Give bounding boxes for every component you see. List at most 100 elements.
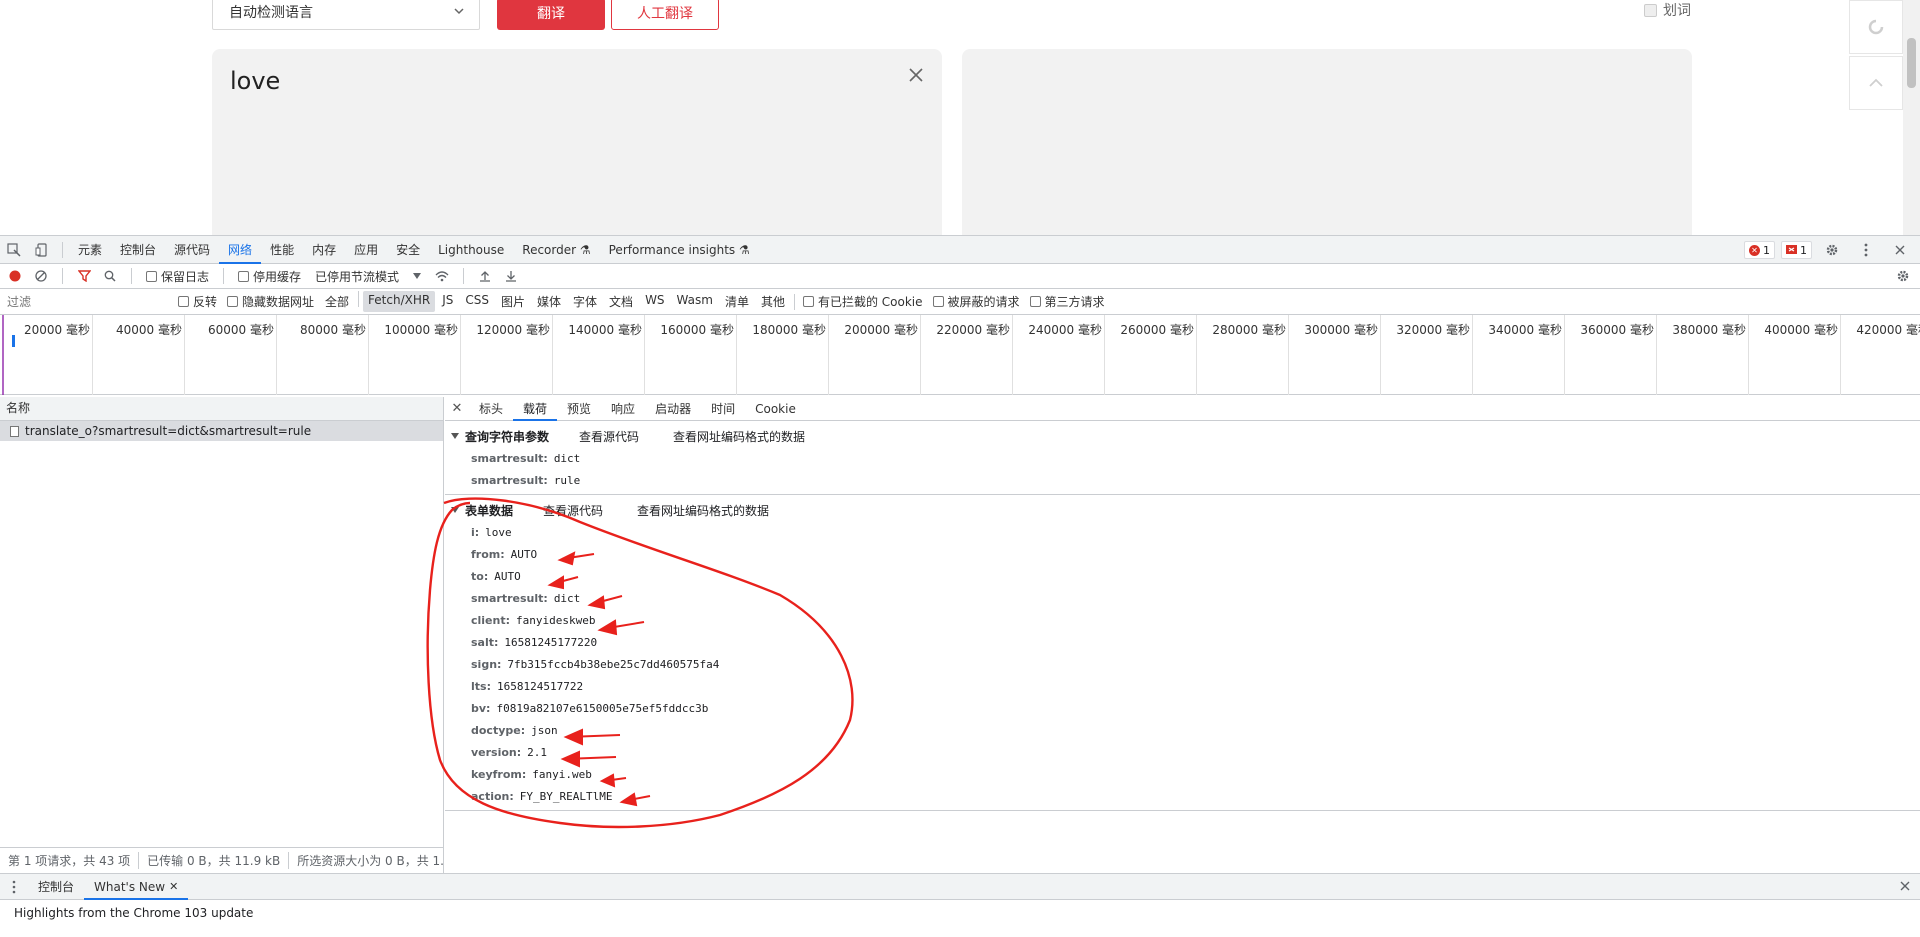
detail-tabs: ✕ 标头 载荷 预览 响应 启动器 时间 Cookie xyxy=(445,397,1920,421)
view-url-encoded-link[interactable]: 查看网址编码格式的数据 xyxy=(673,428,805,445)
inspect-element-icon[interactable] xyxy=(0,236,28,264)
page-scrollbar[interactable] xyxy=(1903,0,1920,235)
form-data-header[interactable]: 表单数据 查看源代码 查看网址编码格式的数据 xyxy=(445,499,1920,521)
filter-type-10[interactable]: 清单 xyxy=(720,291,754,312)
devtools-tab-3[interactable]: 网络 xyxy=(219,236,262,264)
blocked-requests-checkbox[interactable]: 被屏蔽的请求 xyxy=(932,293,1020,310)
devtools-tab-10[interactable]: Performance insights ⚗ xyxy=(600,236,759,264)
filter-type-11[interactable]: 其他 xyxy=(756,291,790,312)
filter-icon[interactable] xyxy=(73,265,95,287)
invert-checkbox[interactable]: 反转 xyxy=(178,293,217,310)
request-row[interactable]: translate_o?smartresult=dict&smartresult… xyxy=(0,421,443,441)
export-har-icon[interactable] xyxy=(500,265,522,287)
query-params-header[interactable]: 查询字符串参数 查看源代码 查看网址编码格式的数据 xyxy=(445,425,1920,447)
detail-tab-5[interactable]: 时间 xyxy=(701,397,745,421)
more-options-icon[interactable] xyxy=(1852,236,1880,264)
filter-type-wasm[interactable]: Wasm xyxy=(672,291,718,312)
devtools-tab-9[interactable]: Recorder ⚗ xyxy=(513,236,599,264)
issues-badge[interactable]: 1 xyxy=(1781,241,1812,259)
preserve-log-checkbox[interactable]: 保留日志 xyxy=(146,268,209,285)
devtools-tab-2[interactable]: 源代码 xyxy=(165,236,219,264)
refresh-icon xyxy=(1868,19,1884,35)
column-header-name[interactable]: 名称 xyxy=(0,397,443,421)
huaci-checkbox[interactable] xyxy=(1644,3,1657,17)
detail-tab-1[interactable]: 载荷 xyxy=(513,397,558,421)
devtools-tab-5[interactable]: 内存 xyxy=(303,236,345,264)
overview-tick-label: 200000 毫秒 xyxy=(844,323,918,337)
detail-tab-4[interactable]: 启动器 xyxy=(645,397,701,421)
scrollbar-thumb[interactable] xyxy=(1907,38,1916,88)
filter-type-5[interactable]: 媒体 xyxy=(532,291,566,312)
detail-tab-0[interactable]: 标头 xyxy=(469,397,513,421)
huaci-toggle[interactable]: 划词 xyxy=(1644,0,1691,20)
devtools-tab-4[interactable]: 性能 xyxy=(261,236,303,264)
view-url-encoded-link[interactable]: 查看网址编码格式的数据 xyxy=(637,502,769,519)
devtools-tab-7[interactable]: 安全 xyxy=(387,236,429,264)
devtools-tabbar: 元素 控制台 源代码 网络 性能 内存 应用 安全 Lighthouse Recorder ⚗ Pe… xyxy=(0,236,1920,264)
filter-type-fetch-xhr[interactable]: Fetch/XHR xyxy=(363,291,436,312)
overview-tick-label: 180000 毫秒 xyxy=(752,323,826,337)
devtools-tab-0[interactable]: 元素 xyxy=(69,236,111,264)
overview-tick-label: 20000 毫秒 xyxy=(24,323,90,337)
filter-type-ws[interactable]: WS xyxy=(640,291,669,312)
close-detail-icon[interactable]: ✕ xyxy=(445,401,469,416)
param-key: version: xyxy=(471,745,522,759)
resource-type-filters: 全部 Fetch/XHR JS CSS 图片 媒体 字体 文档 WS Wasm 清单 其他 xyxy=(320,291,790,312)
drawer-tab-console[interactable]: 控制台 xyxy=(28,874,84,900)
filter-type-6[interactable]: 字体 xyxy=(568,291,602,312)
overview-tick-label: 380000 毫秒 xyxy=(1672,323,1746,337)
drawer-tab-whats-new[interactable]: What's New ✕ xyxy=(84,874,189,900)
issue-flag-icon xyxy=(1786,244,1797,254)
devtools-tab-6[interactable]: 应用 xyxy=(345,236,387,264)
detail-tab-2[interactable]: 预览 xyxy=(557,397,601,421)
search-icon[interactable] xyxy=(99,265,121,287)
param-value: fanyideskweb xyxy=(516,613,596,627)
view-source-link[interactable]: 查看源代码 xyxy=(579,428,639,445)
feedback-button[interactable] xyxy=(1849,0,1903,54)
filter-type-js[interactable]: JS xyxy=(437,291,458,312)
human-translate-button[interactable]: 人工翻译 xyxy=(611,0,719,30)
disable-cache-checkbox[interactable]: 停用缓存 xyxy=(238,268,301,285)
devtools-tab-1[interactable]: 控制台 xyxy=(111,236,165,264)
hide-data-urls-checkbox[interactable]: 隐藏数据网址 xyxy=(227,293,314,310)
param-row: smartresult: dict xyxy=(445,447,1920,469)
detail-tab-3[interactable]: 响应 xyxy=(601,397,645,421)
query-params-section: 查询字符串参数 查看源代码 查看网址编码格式的数据 smartresult: di… xyxy=(445,421,1920,495)
filter-type-4[interactable]: 图片 xyxy=(496,291,530,312)
devtools-tab-8[interactable]: Lighthouse xyxy=(429,236,513,264)
filter-type-7[interactable]: 文档 xyxy=(604,291,638,312)
view-source-link[interactable]: 查看源代码 xyxy=(543,502,603,519)
network-settings-gear-icon[interactable] xyxy=(1892,265,1914,287)
translate-button[interactable]: 翻译 xyxy=(497,0,605,30)
clear-icon[interactable] xyxy=(30,265,52,287)
devtools-drawer: 控制台 What's New ✕ Highlights from the Chro… xyxy=(0,873,1920,937)
language-select[interactable]: 自动检测语言 xyxy=(212,0,480,30)
filter-type-css[interactable]: CSS xyxy=(460,291,494,312)
record-icon[interactable] xyxy=(4,265,26,287)
clear-input-icon[interactable] xyxy=(908,67,924,83)
source-text-area[interactable]: love xyxy=(212,49,942,235)
param-row: lts: 1658124517722 xyxy=(445,675,1920,697)
blocked-cookies-checkbox[interactable]: 有已拦截的 Cookie xyxy=(802,293,923,310)
network-conditions-icon[interactable] xyxy=(431,265,453,287)
close-drawer-icon[interactable] xyxy=(1900,880,1910,894)
settings-gear-icon[interactable] xyxy=(1818,236,1846,264)
drawer-menu-icon[interactable] xyxy=(0,873,28,901)
error-count-badge[interactable]: ✕ 1 xyxy=(1744,241,1775,259)
third-party-checkbox[interactable]: 第三方请求 xyxy=(1029,293,1105,310)
divider xyxy=(62,241,63,258)
import-har-icon[interactable] xyxy=(474,265,496,287)
filter-input[interactable] xyxy=(4,291,172,312)
detail-tab-6[interactable]: Cookie xyxy=(745,397,806,421)
overview-tick-label: 120000 毫秒 xyxy=(476,323,550,337)
param-key: smartresult: xyxy=(471,451,548,465)
close-tab-icon[interactable]: ✕ xyxy=(169,874,178,900)
back-to-top-button[interactable] xyxy=(1849,56,1903,110)
filter-type-0[interactable]: 全部 xyxy=(320,291,354,312)
overview-gridline xyxy=(1656,315,1657,395)
divider xyxy=(358,291,360,307)
close-devtools-icon[interactable] xyxy=(1886,236,1914,264)
network-overview-timeline[interactable]: 20000 毫秒 40000 毫秒 60000 毫秒 80000 毫秒 100000 毫… xyxy=(0,315,1920,395)
device-toolbar-icon[interactable] xyxy=(28,236,56,264)
throttling-select[interactable]: 已停用节流模式 xyxy=(315,268,422,285)
